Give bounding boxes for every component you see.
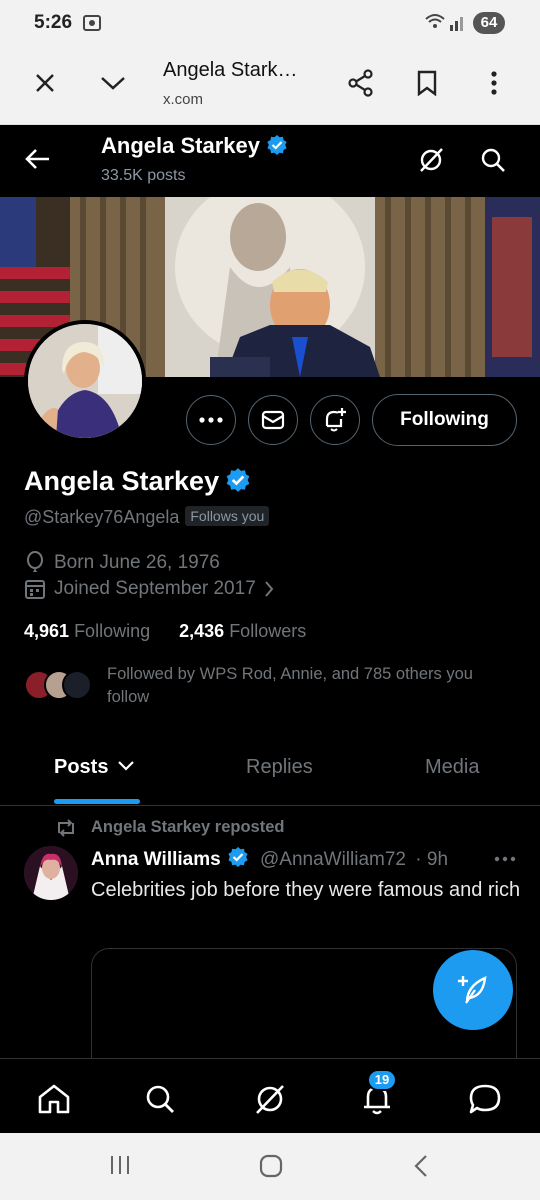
- profile-display-name: Angela Starkey: [24, 466, 251, 497]
- notifications-badge: 19: [367, 1069, 397, 1091]
- grok-icon: [256, 1085, 284, 1114]
- tab-posts[interactable]: Posts: [54, 756, 134, 779]
- more-options-button[interactable]: [186, 395, 236, 445]
- chevron-down-icon: [118, 761, 134, 771]
- profile-tabs: Posts Replies Media: [0, 740, 540, 806]
- chat-bubble-icon: [469, 1084, 501, 1114]
- avatar-image: [28, 324, 142, 438]
- notify-button[interactable]: [310, 395, 360, 445]
- status-bar: 5:26 64: [0, 0, 540, 46]
- follow-counts: 4,961 Following 2,436 Followers: [24, 621, 306, 642]
- repost-indicator: Angela Starkey reposted: [55, 818, 285, 837]
- balloon-icon: [27, 551, 43, 572]
- close-tab-button[interactable]: [28, 66, 62, 100]
- bookmark-icon: [417, 70, 437, 96]
- battery-indicator: 64: [473, 12, 505, 34]
- search-icon[interactable]: [480, 147, 506, 173]
- recent-apps-icon[interactable]: [108, 1153, 132, 1177]
- home-icon: [38, 1084, 70, 1114]
- bell-plus-icon: [325, 408, 346, 432]
- grok-icon[interactable]: [418, 147, 444, 173]
- follower-avatar: [62, 670, 92, 700]
- nav-grok[interactable]: [248, 1077, 292, 1121]
- post-avatar-image: [24, 846, 78, 900]
- browser-url: x.com: [163, 91, 204, 108]
- verified-badge-icon: [267, 135, 287, 155]
- header-post-count: 33.5K posts: [101, 167, 186, 184]
- bottom-navigation: 19: [0, 1058, 540, 1134]
- nav-search[interactable]: [138, 1077, 182, 1121]
- profile-header-bar: Angela Starkey 33.5K posts: [0, 125, 540, 197]
- repost-icon: [58, 818, 74, 837]
- post-author-handle: @AnnaWilliam72: [259, 849, 406, 870]
- screenshot-icon: [83, 15, 101, 31]
- more-horizontal-icon[interactable]: [494, 856, 516, 862]
- post-author-avatar[interactable]: [24, 846, 78, 900]
- followers-count: 2,436: [179, 621, 225, 641]
- back-button-icon[interactable]: [412, 1153, 430, 1179]
- active-tab-indicator: [54, 799, 140, 804]
- following-count-link[interactable]: 4,961 Following: [24, 621, 150, 641]
- verified-badge-icon: [228, 847, 248, 867]
- followed-by-text[interactable]: Followed by WPS Rod, Annie, and 785 othe…: [107, 663, 507, 709]
- browser-page-title: Angela Stark…: [163, 59, 298, 81]
- profile-handle: @Starkey76Angela Follows you: [24, 506, 270, 528]
- share-button[interactable]: [344, 66, 378, 100]
- envelope-icon: [261, 410, 285, 430]
- chevron-right-icon: [265, 581, 274, 597]
- follows-you-badge: Follows you: [185, 506, 270, 526]
- system-navigation-bar: [0, 1133, 540, 1200]
- more-horizontal-icon: [199, 417, 223, 423]
- wifi-signal-icon: [425, 14, 463, 31]
- nav-messages[interactable]: [463, 1077, 507, 1121]
- chevron-down-icon: [101, 77, 125, 90]
- browser-toolbar: Angela Stark… x.com: [0, 46, 540, 125]
- status-time: 5:26: [34, 12, 73, 33]
- tab-replies[interactable]: Replies: [246, 756, 313, 779]
- compose-post-button[interactable]: [433, 950, 513, 1030]
- minimize-button[interactable]: [96, 66, 130, 100]
- followers-count-link[interactable]: 2,436 Followers: [179, 621, 306, 641]
- joined-row[interactable]: Joined September 2017: [24, 578, 282, 600]
- post-text: Celebrities job before they were famous …: [91, 879, 521, 901]
- post-header: Anna Williams @AnnaWilliam72 · 9h: [91, 846, 448, 871]
- share-icon: [348, 69, 373, 97]
- post-time: · 9h: [415, 849, 449, 870]
- close-icon: [36, 74, 54, 92]
- following-button[interactable]: Following: [372, 394, 517, 446]
- bookmark-button[interactable]: [410, 66, 444, 100]
- search-icon: [146, 1085, 174, 1113]
- verified-badge-icon: [226, 468, 250, 492]
- post-author-name[interactable]: Anna Williams: [91, 849, 221, 870]
- birthday-row: Born June 26, 1976: [24, 551, 220, 575]
- browser-menu-button[interactable]: [477, 66, 511, 100]
- calendar-icon: [25, 580, 45, 599]
- header-name: Angela Starkey: [101, 133, 288, 159]
- back-arrow-icon[interactable]: [25, 148, 51, 170]
- profile-avatar[interactable]: [24, 320, 146, 442]
- feather-plus-icon: [458, 976, 487, 1004]
- message-button[interactable]: [248, 395, 298, 445]
- more-vertical-icon: [491, 71, 497, 95]
- nav-home[interactable]: [32, 1077, 76, 1121]
- home-button-icon[interactable]: [258, 1153, 284, 1179]
- following-count: 4,961: [24, 621, 70, 641]
- tab-media[interactable]: Media: [425, 756, 479, 779]
